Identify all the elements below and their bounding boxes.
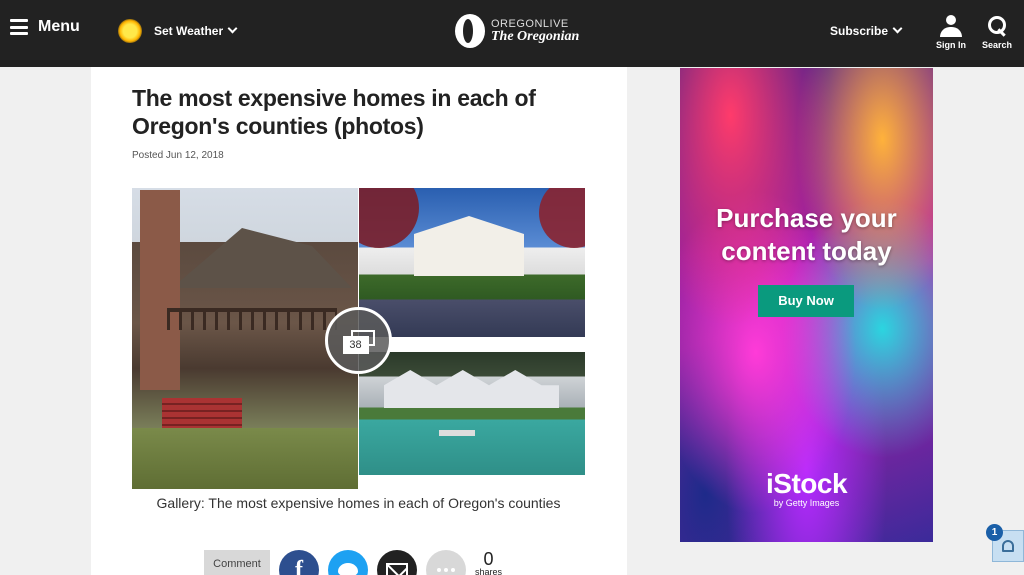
ad-buy-now-button[interactable]: Buy Now (758, 285, 854, 317)
logo-o-icon (455, 14, 485, 48)
logo-the-oregonian: The Oregonian (491, 28, 580, 44)
twitter-share-button[interactable] (328, 550, 368, 575)
logo-oregonlive: OREGONLIVE (491, 17, 569, 30)
chevron-down-icon (892, 23, 903, 34)
photo-gallery[interactable]: 38 (132, 188, 585, 490)
facebook-icon: f (295, 556, 303, 575)
envelope-icon (386, 562, 408, 575)
ad-brand-sub: by Getty Images (773, 498, 840, 508)
article-card: The most expensive homes in each of Oreg… (91, 67, 627, 575)
more-icon (437, 568, 455, 572)
article-title: The most expensive homes in each of Oreg… (132, 85, 536, 139)
gallery-caption: Gallery: The most expensive homes in eac… (156, 495, 561, 511)
notification-count-badge: 1 (986, 524, 1003, 541)
ad-brand-logo: iStock by Getty Images (680, 468, 933, 509)
more-share-button[interactable] (426, 550, 466, 575)
site-logo[interactable]: OREGONLIVE The Oregonian (455, 14, 579, 48)
gallery-photo-colonial-mansion[interactable] (359, 188, 585, 337)
share-bar: Comment f 0 shares (204, 550, 502, 575)
ad-brand-name: iStock (765, 468, 848, 499)
menu-label: Menu (38, 18, 80, 35)
search-icon (986, 15, 1008, 37)
gallery-photo-lakefront-home[interactable] (359, 352, 585, 475)
sign-in-button[interactable]: Sign In (934, 15, 968, 50)
set-weather-button[interactable]: Set Weather (118, 19, 238, 43)
bell-icon (1002, 540, 1014, 552)
share-count-number: 0 (483, 549, 494, 569)
gallery-stack-icon: 38 (342, 329, 375, 354)
share-count: 0 shares (475, 550, 502, 575)
weather-label: Set Weather (154, 23, 238, 38)
twitter-icon (338, 563, 358, 575)
hamburger-icon (10, 19, 28, 35)
ad-headline: Purchase your content today (716, 203, 897, 266)
person-icon (938, 15, 964, 37)
gallery-count-badge[interactable]: 38 (325, 307, 392, 374)
gallery-count: 38 (342, 335, 369, 354)
site-header: Menu Set Weather OREGONLIVE The Oregonia… (0, 0, 1024, 67)
email-share-button[interactable] (377, 550, 417, 575)
chevron-down-icon (227, 23, 238, 34)
comment-button[interactable]: Comment (204, 550, 270, 575)
subscribe-button[interactable]: Subscribe (830, 23, 903, 38)
sun-icon (118, 19, 142, 43)
search-label: Search (981, 40, 1013, 50)
facebook-share-button[interactable]: f (279, 550, 319, 575)
sign-in-label: Sign In (936, 40, 966, 50)
share-count-label: shares (475, 567, 503, 575)
menu-button[interactable]: Menu (10, 18, 80, 36)
search-button[interactable]: Search (981, 15, 1013, 50)
posted-date: Posted Jun 12, 2018 (132, 150, 224, 161)
advertisement-istock[interactable]: Purchase your content today Buy Now iSto… (680, 68, 933, 542)
